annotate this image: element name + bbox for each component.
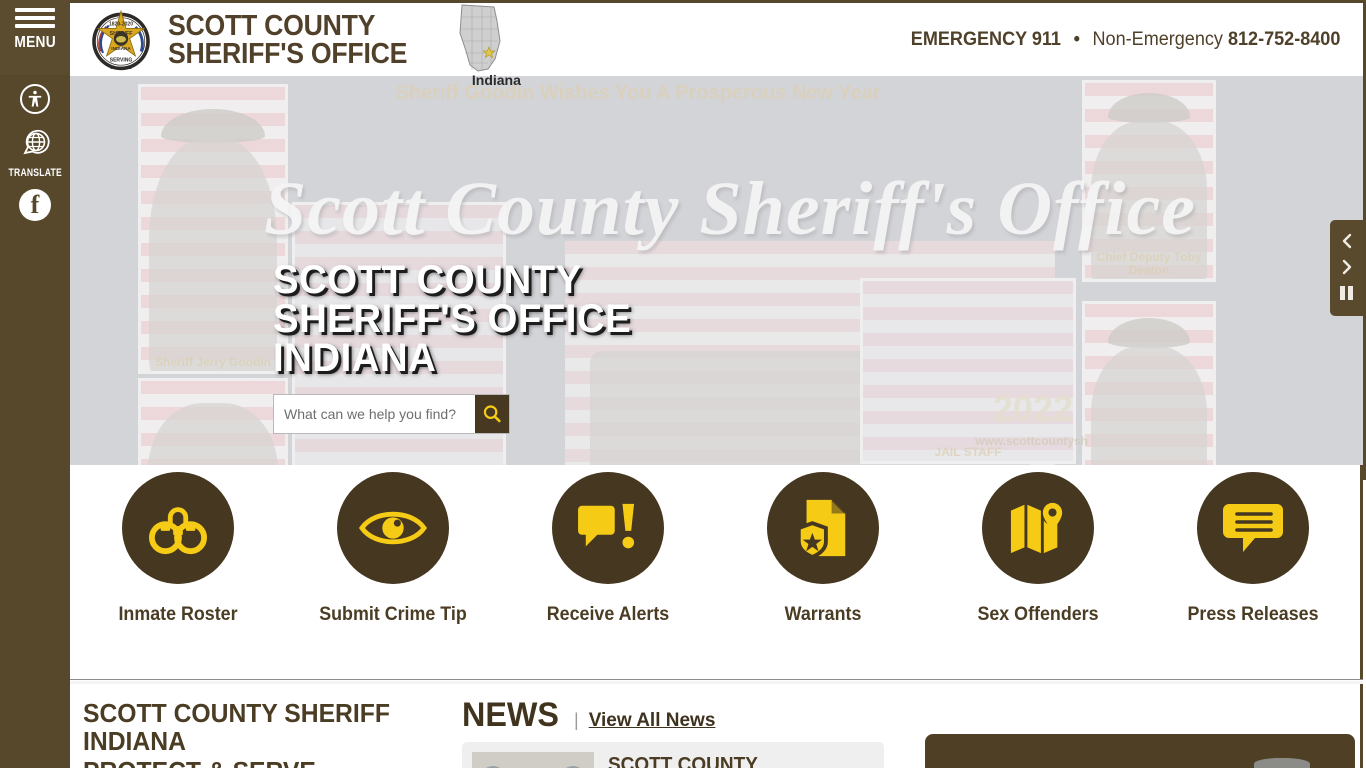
svg-text:INDIANA: INDIANA — [111, 46, 131, 51]
non-emergency-number[interactable]: 812-752-8400 — [1228, 29, 1340, 50]
quick-link-receive-alerts[interactable]: Receive Alerts — [528, 467, 688, 626]
hero-heading: SCOTT COUNTY SHERIFF'S OFFICE INDIANA — [273, 258, 632, 380]
search-icon — [483, 405, 501, 423]
about-subtitle: PROTECT & SERVE — [83, 757, 435, 768]
translate-label: TRANSLATE — [8, 167, 62, 179]
header-contact-info: EMERGENCY 911 • Non-Emergency 812-752-84… — [911, 29, 1363, 51]
quick-link-label: Warrants — [784, 604, 861, 625]
hero-overlay-veil — [70, 76, 1363, 480]
non-emergency-label: Non-Emergency — [1092, 28, 1223, 50]
handcuffs-icon — [121, 472, 234, 584]
svg-text:SHERIFF: SHERIFF — [109, 30, 133, 36]
accessibility-button[interactable] — [0, 84, 70, 114]
view-all-news-link[interactable]: View All News — [589, 710, 716, 732]
globe-translate-icon — [19, 128, 51, 165]
quick-links-row: Inmate Roster Submit Crime Tip Receive A… — [70, 465, 1363, 680]
quick-link-label: Inmate Roster — [117, 604, 238, 625]
news-list-item[interactable]: SCOTT COUNTY SHERIFF'S — [462, 742, 884, 768]
quick-link-label: Sex Offenders — [976, 604, 1099, 625]
emergency-number[interactable]: EMERGENCY 911 — [911, 29, 1061, 50]
news-thumbnail-image — [472, 752, 594, 768]
eye-icon — [336, 472, 449, 584]
quick-link-sex-offenders[interactable]: Sex Offenders — [958, 467, 1118, 626]
accessibility-icon — [20, 84, 50, 114]
pause-icon — [1340, 286, 1353, 300]
svg-text:1820-2020: 1820-2020 — [109, 21, 133, 27]
speech-bubble-lines-icon — [1196, 472, 1309, 584]
site-search — [273, 394, 510, 434]
quick-link-label: Receive Alerts — [546, 604, 669, 625]
hamburger-icon — [15, 8, 55, 32]
about-column: SCOTT COUNTY SHERIFF INDIANA PROTECT & S… — [83, 699, 453, 768]
quick-link-label: Submit Crime Tip — [318, 604, 467, 625]
news-column: NEWS | View All News SCOTT COUNTY SHERIF… — [462, 698, 962, 768]
left-utility-rail: MENU TRANSLATE f — [0, 0, 70, 768]
svg-text:SERVING: SERVING — [110, 57, 133, 63]
site-logo-link[interactable]: 1820-2020 SHERIFF INDIANA SERVING 200 YE… — [70, 4, 428, 76]
feature-highlight-card[interactable] — [925, 734, 1355, 768]
news-item-title: SCOTT COUNTY SHERIFF'S — [608, 754, 758, 768]
sheriff-star-badge-icon: 1820-2020 SHERIFF INDIANA SERVING 200 YE… — [92, 9, 150, 70]
feature-portrait-image — [1254, 758, 1310, 768]
carousel-next-button[interactable] — [1330, 254, 1363, 280]
svg-text:200 YEARS: 200 YEARS — [110, 64, 132, 69]
carousel-pause-button[interactable] — [1330, 280, 1363, 306]
chevron-right-icon — [1342, 259, 1351, 275]
news-header: NEWS | View All News — [462, 698, 962, 732]
speech-bubble-alert-icon — [551, 472, 664, 584]
facebook-icon: f — [19, 189, 51, 221]
facebook-button[interactable]: f — [0, 189, 70, 221]
section-divider-shadow — [70, 681, 1363, 684]
map-pin-icon — [981, 472, 1094, 584]
facebook-glyph: f — [30, 190, 40, 219]
hero-text-block: SCOTT COUNTY SHERIFF'S OFFICE INDIANA — [273, 258, 646, 434]
lower-content-area: SCOTT COUNTY SHERIFF INDIANA PROTECT & S… — [70, 684, 1363, 768]
indiana-state-map-icon — [459, 3, 501, 72]
news-section-title: NEWS — [462, 696, 559, 734]
contact-separator: • — [1073, 28, 1080, 50]
page-title: SCOTT COUNTY SHERIFF'S OFFICE — [168, 9, 408, 70]
state-identity: Indiana — [448, 2, 524, 88]
quick-link-label: Press Releases — [1186, 604, 1319, 625]
chevron-left-icon — [1342, 233, 1351, 249]
news-header-separator: | — [574, 710, 579, 730]
hero-carousel: Sheriff Goodin Wishes You A Prosperous N… — [70, 76, 1366, 480]
quick-link-press-releases[interactable]: Press Releases — [1173, 467, 1333, 626]
state-name-label: Indiana — [471, 71, 521, 88]
quick-link-inmate-roster[interactable]: Inmate Roster — [98, 467, 258, 626]
about-title: SCOTT COUNTY SHERIFF INDIANA — [83, 698, 390, 756]
translate-button[interactable]: TRANSLATE — [0, 128, 70, 179]
search-input[interactable] — [274, 395, 475, 433]
search-button[interactable] — [475, 395, 509, 433]
section-divider — [70, 679, 1363, 680]
quick-link-submit-crime-tip[interactable]: Submit Crime Tip — [313, 467, 473, 626]
site-header: 1820-2020 SHERIFF INDIANA SERVING 200 YE… — [70, 0, 1366, 88]
quick-link-warrants[interactable]: Warrants — [743, 467, 903, 626]
document-shield-star-icon — [766, 472, 879, 584]
carousel-prev-button[interactable] — [1330, 228, 1363, 254]
carousel-controls — [1330, 220, 1363, 316]
menu-label: MENU — [14, 34, 56, 51]
menu-button[interactable]: MENU — [0, 0, 70, 75]
